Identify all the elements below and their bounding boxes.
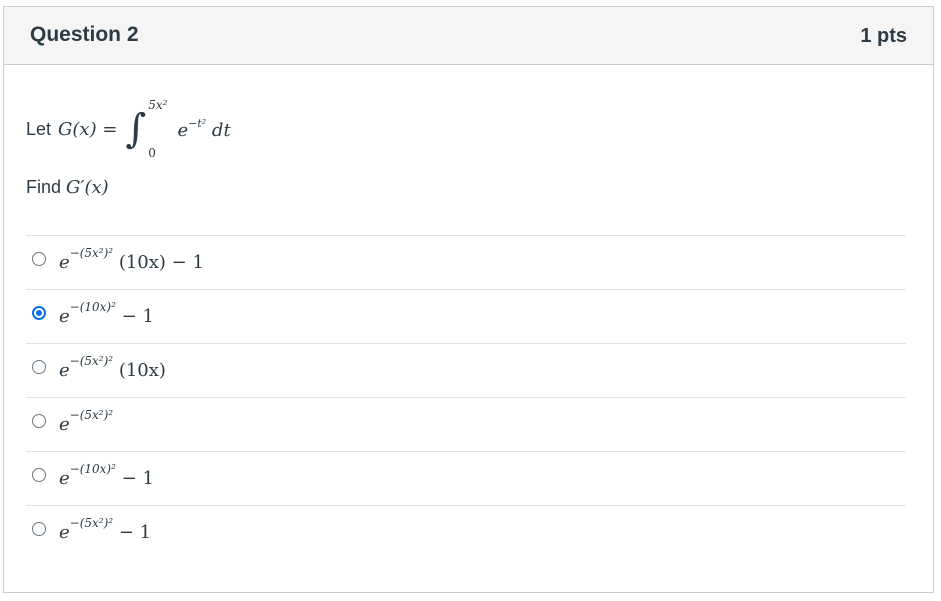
integral-sign: ∫ — [125, 106, 147, 152]
answer-option-5[interactable]: e−(10x)² − 1 — [26, 451, 906, 505]
answer-option-2[interactable]: e−(10x)² − 1 — [26, 289, 906, 343]
answer-exponent: −(5x²)² — [69, 354, 114, 368]
let-word: Let — [26, 118, 52, 139]
answer-base: e — [59, 414, 70, 435]
answer-base: e — [59, 468, 70, 489]
answer-rest: (10x) — [113, 360, 166, 381]
integral: ∫ 5x² 0 e−t² dt — [125, 94, 230, 164]
answer-option-4[interactable]: e−(5x²)² — [26, 397, 906, 451]
answer-exponent: −(10x)² — [69, 462, 116, 476]
answer-base: e — [59, 360, 70, 381]
question-stem: Let G(x) = ∫ 5x² 0 e−t² dt — [26, 94, 239, 164]
answer-option-3[interactable]: e−(5x²)² (10x) — [26, 343, 906, 397]
find-word: Find — [26, 177, 62, 197]
radio-button[interactable] — [32, 522, 46, 536]
lower-limit: 0 — [148, 146, 156, 160]
answer-exponent: −(10x)² — [69, 300, 116, 314]
find-prompt: Find G′(x) — [26, 177, 109, 198]
answer-exponent: −(5x²)² — [69, 246, 114, 260]
radio-button[interactable] — [32, 252, 46, 266]
answer-base: e — [59, 522, 70, 543]
integrand: e−t² dt — [177, 117, 230, 141]
answer-base: e — [59, 306, 70, 327]
function-lhs: G(x) = — [58, 118, 118, 140]
integrand-exponent: −t² — [188, 117, 207, 130]
answer-text: e−(5x²)² — [59, 408, 113, 435]
answer-text: e−(5x²)² − 1 — [59, 516, 151, 543]
answer-text: e−(5x²)² (10x) − 1 — [59, 246, 204, 273]
answer-list: e−(5x²)² (10x) − 1 e−(10x)² − 1 e−(5x²)²… — [26, 235, 906, 559]
integrand-differential: dt — [211, 120, 231, 141]
find-expression: G′(x) — [66, 177, 109, 198]
answer-rest: (10x) − 1 — [113, 252, 204, 273]
answer-text: e−(10x)² − 1 — [59, 462, 154, 489]
radio-button[interactable] — [32, 306, 46, 320]
answer-option-6[interactable]: e−(5x²)² − 1 — [26, 505, 906, 559]
answer-exponent: −(5x²)² — [69, 408, 114, 422]
question-title: Question 2 — [30, 23, 139, 46]
answer-option-1[interactable]: e−(5x²)² (10x) − 1 — [26, 235, 906, 289]
integral-limits: 5x² 0 — [148, 98, 167, 160]
radio-button[interactable] — [32, 468, 46, 482]
question-points: 1 pts — [860, 25, 907, 47]
answer-base: e — [59, 252, 70, 273]
answer-rest: − 1 — [113, 522, 152, 543]
question-header: Question 2 1 pts — [4, 7, 933, 65]
answer-rest: − 1 — [115, 468, 154, 489]
answer-exponent: −(5x²)² — [69, 516, 114, 530]
answer-text: e−(5x²)² (10x) — [59, 354, 166, 381]
integrand-base: e — [177, 120, 189, 141]
answer-rest: − 1 — [115, 306, 154, 327]
answer-text: e−(10x)² − 1 — [59, 300, 154, 327]
upper-limit: 5x² — [148, 98, 168, 112]
radio-button[interactable] — [32, 360, 46, 374]
radio-button[interactable] — [32, 414, 46, 428]
